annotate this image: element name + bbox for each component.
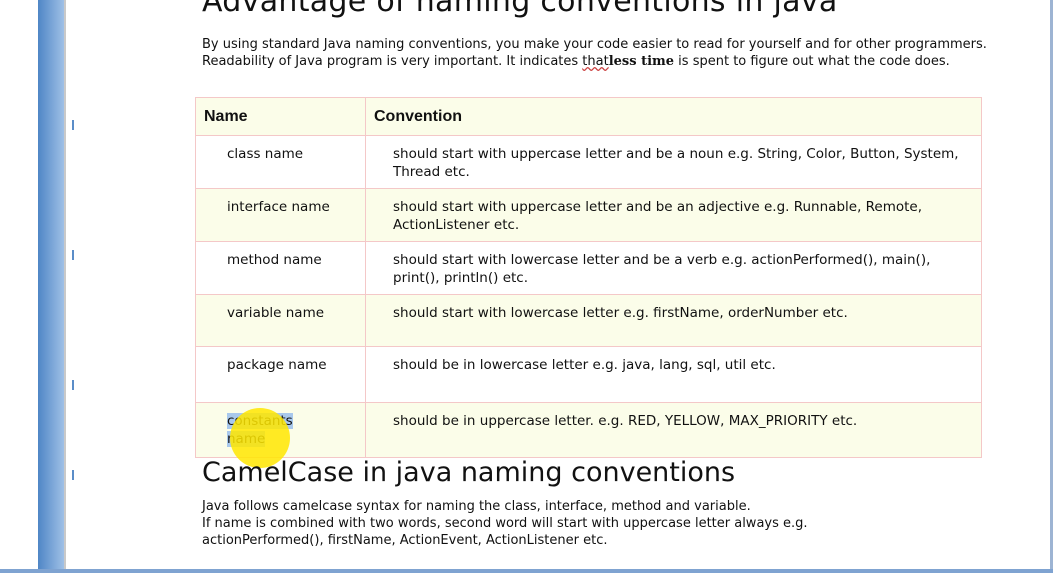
table-row: constants name should be in uppercase let… [195,402,982,458]
camelcase-line: If name is combined with two words, seco… [202,516,808,531]
camelcase-paragraph: Java follows camelcase syntax for naming… [202,498,1022,549]
table-header-row: Name Convention [195,97,982,136]
row-name: class name [195,135,366,189]
table-row: class name should start with uppercase l… [195,135,982,189]
intro-paragraph: By using standard Java naming convention… [202,36,1052,70]
camelcase-line: Java follows camelcase syntax for naming… [202,499,751,514]
camelcase-line: actionPerformed(), firstName, ActionEven… [202,533,608,548]
table-row: interface name should start with upperca… [195,188,982,242]
table-row: variable name should start with lowercas… [195,294,982,347]
row-convention: should be in lowercase letter e.g. java,… [365,346,982,403]
row-convention: should start with lowercase letter and b… [365,241,982,295]
row-convention: should start with uppercase letter and b… [365,188,982,242]
ruler-tick [72,470,74,480]
page-edge [64,0,66,573]
row-convention: should start with uppercase letter and b… [365,135,982,189]
intro-text-end: is spent to figure out what the code doe… [674,54,950,69]
ruler-tick [72,380,74,390]
row-name: variable name [195,294,366,347]
row-name-selected[interactable]: constants name [195,402,366,458]
column-header-convention: Convention [365,97,982,136]
section-heading: Advantage of naming conventions in java [202,0,838,19]
ruler-tick [72,120,74,130]
left-margin [0,0,38,573]
intro-less-time: less time [608,54,675,69]
intro-that: that [582,54,609,69]
selected-text[interactable]: constants [227,413,293,429]
vertical-ruler [38,0,74,573]
row-name: package name [195,346,366,403]
row-name: interface name [195,188,366,242]
ruler-tick [72,250,74,260]
row-convention: should be in uppercase letter. e.g. RED,… [365,402,982,458]
table-row: package name should be in lowercase lett… [195,346,982,403]
row-convention: should start with lowercase letter e.g. … [365,294,982,347]
column-header-name: Name [195,97,366,136]
table-row: method name should start with lowercase … [195,241,982,295]
selected-text[interactable]: name [227,431,266,447]
camelcase-heading: CamelCase in java naming conventions [202,457,736,488]
naming-convention-table: Name Convention class name should start … [195,97,982,458]
row-name: method name [195,241,366,295]
status-bar-edge [0,569,1053,573]
